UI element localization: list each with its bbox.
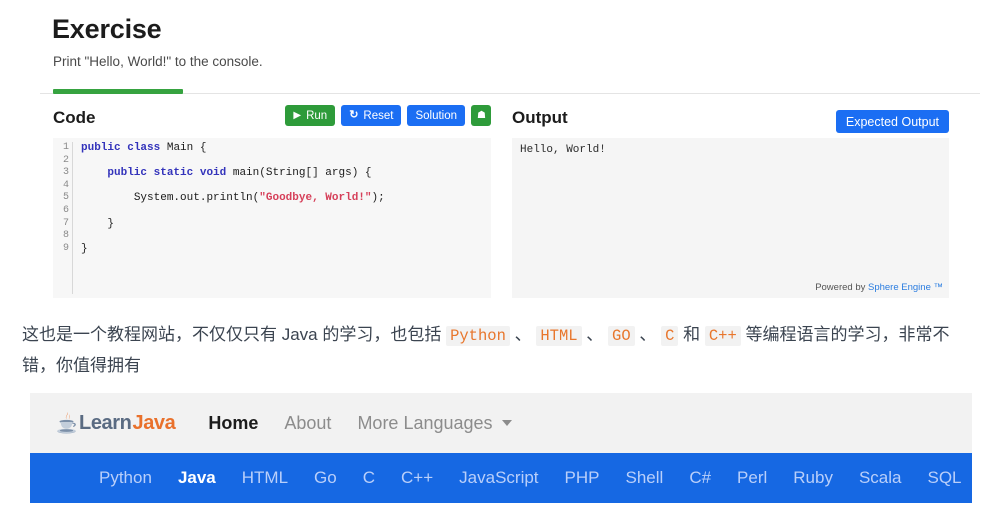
- output-panel-title: Output: [512, 108, 568, 127]
- chevron-double-down-icon: ☗: [477, 109, 486, 121]
- language-item-sql[interactable]: SQL: [915, 468, 973, 488]
- nav-item-more-languages[interactable]: More Languages: [357, 412, 512, 434]
- code-panel: Code ▶ Run ↻ Reset Solution ☗ 1 2 3 4 5 …: [53, 105, 491, 298]
- line-number: 7: [62, 217, 69, 229]
- language-item-perl[interactable]: Perl: [724, 468, 780, 488]
- line-number: 3: [62, 167, 69, 179]
- nav-item-home-label: Home: [208, 412, 259, 433]
- paragraph-separator-1: 、: [509, 325, 537, 344]
- sphere-engine-link[interactable]: Sphere Engine ™: [868, 282, 943, 293]
- code-editor[interactable]: 1 2 3 4 5 6 7 8 9 public class Main { pu…: [53, 138, 491, 298]
- nav-top-bar: Learn Java Home About More Languages: [30, 393, 972, 453]
- inline-code-cpp: C++: [704, 326, 741, 346]
- inline-code-go: GO: [608, 326, 635, 346]
- nav-links: Home About More Languages: [208, 412, 512, 434]
- language-item-java[interactable]: Java: [165, 468, 229, 488]
- page-root: Exercise Print "Hello, World!" to the co…: [0, 0, 1000, 518]
- language-item-php[interactable]: PHP: [552, 468, 613, 488]
- line-number: 2: [62, 154, 69, 166]
- language-item-html[interactable]: HTML: [229, 468, 301, 488]
- logo-learn-text: Learn: [79, 411, 132, 434]
- reset-button-label: Reset: [363, 109, 394, 122]
- code-panel-header: Code ▶ Run ↻ Reset Solution ☗: [53, 105, 491, 138]
- line-number: 4: [62, 179, 69, 191]
- language-item-c[interactable]: C: [350, 468, 388, 488]
- progress-indicator: [53, 89, 183, 94]
- output-panel-header: Output Expected Output: [512, 105, 949, 138]
- powered-by-label: Powered by Sphere Engine ™: [815, 282, 943, 293]
- java-cup-icon: [57, 412, 76, 434]
- line-number: 9: [62, 242, 69, 254]
- code-text[interactable]: public class Main { public static void m…: [81, 142, 385, 255]
- run-button[interactable]: ▶ Run: [285, 105, 336, 126]
- nav-item-more-languages-label: More Languages: [357, 412, 493, 433]
- page-title: Exercise: [52, 14, 162, 44]
- line-number: 6: [62, 204, 69, 216]
- site-logo[interactable]: Learn Java: [56, 410, 176, 436]
- line-number: 5: [62, 192, 69, 204]
- output-text: Hello, World!: [520, 144, 606, 156]
- solution-button[interactable]: Solution: [407, 105, 466, 126]
- inline-code-python: Python: [446, 326, 510, 346]
- line-number: 8: [62, 230, 69, 242]
- nav-item-about[interactable]: About: [284, 413, 331, 434]
- code-editor-inner: 1 2 3 4 5 6 7 8 9 public class Main { pu…: [53, 138, 491, 294]
- nav-item-about-label: About: [284, 412, 332, 433]
- expand-button[interactable]: ☗: [471, 105, 491, 126]
- play-icon: ▶: [293, 109, 302, 121]
- language-item-c-[interactable]: C#: [676, 468, 724, 488]
- code-action-buttons: ▶ Run ↻ Reset Solution ☗: [285, 105, 491, 126]
- nav-item-home[interactable]: Home: [208, 413, 258, 434]
- line-number-gutter: 1 2 3 4 5 6 7 8 9: [53, 142, 73, 294]
- inline-code-c: C: [661, 326, 679, 346]
- paragraph-separator-3: 、: [634, 325, 662, 344]
- language-item-c-[interactable]: C++: [388, 468, 446, 488]
- nav-card: Learn Java Home About More Languages Pyt…: [30, 393, 972, 503]
- run-button-label: Run: [306, 109, 328, 122]
- language-item-go[interactable]: Go: [301, 468, 350, 488]
- output-panel: Output Expected Output Hello, World! Pow…: [512, 105, 949, 298]
- language-item-shell[interactable]: Shell: [613, 468, 677, 488]
- description-paragraph: 这也是一个教程网站，不仅仅只有 Java 的学习，也包括 Python 、 HT…: [22, 320, 980, 380]
- expected-output-button[interactable]: Expected Output: [835, 110, 949, 133]
- language-item-python[interactable]: Python: [86, 468, 165, 488]
- paragraph-separator-2: 、: [581, 325, 609, 344]
- inline-code-html: HTML: [536, 326, 582, 346]
- language-item-javascript[interactable]: JavaScript: [446, 468, 551, 488]
- paragraph-segment-1: 这也是一个教程网站，不仅仅只有 Java 的学习，也包括: [22, 325, 447, 344]
- powered-by-prefix: Powered by: [815, 282, 868, 293]
- code-panel-title: Code: [53, 108, 96, 127]
- paragraph-separator-4: 和: [678, 325, 705, 344]
- line-number: 1: [62, 142, 69, 153]
- exercise-description: Print "Hello, World!" to the console.: [53, 54, 263, 69]
- output-console: Hello, World! Powered by Sphere Engine ™: [512, 138, 949, 298]
- solution-button-label: Solution: [415, 109, 458, 122]
- language-bar: Python Java HTML Go C C++ JavaScript PHP Shell C#…: [30, 453, 972, 503]
- logo-java-text: Java: [132, 411, 176, 434]
- reset-button[interactable]: ↻ Reset: [341, 105, 402, 126]
- refresh-icon: ↻: [349, 109, 359, 121]
- chevron-down-icon: [501, 420, 512, 426]
- language-item-ruby[interactable]: Ruby: [780, 468, 846, 488]
- language-item-scala[interactable]: Scala: [846, 468, 915, 488]
